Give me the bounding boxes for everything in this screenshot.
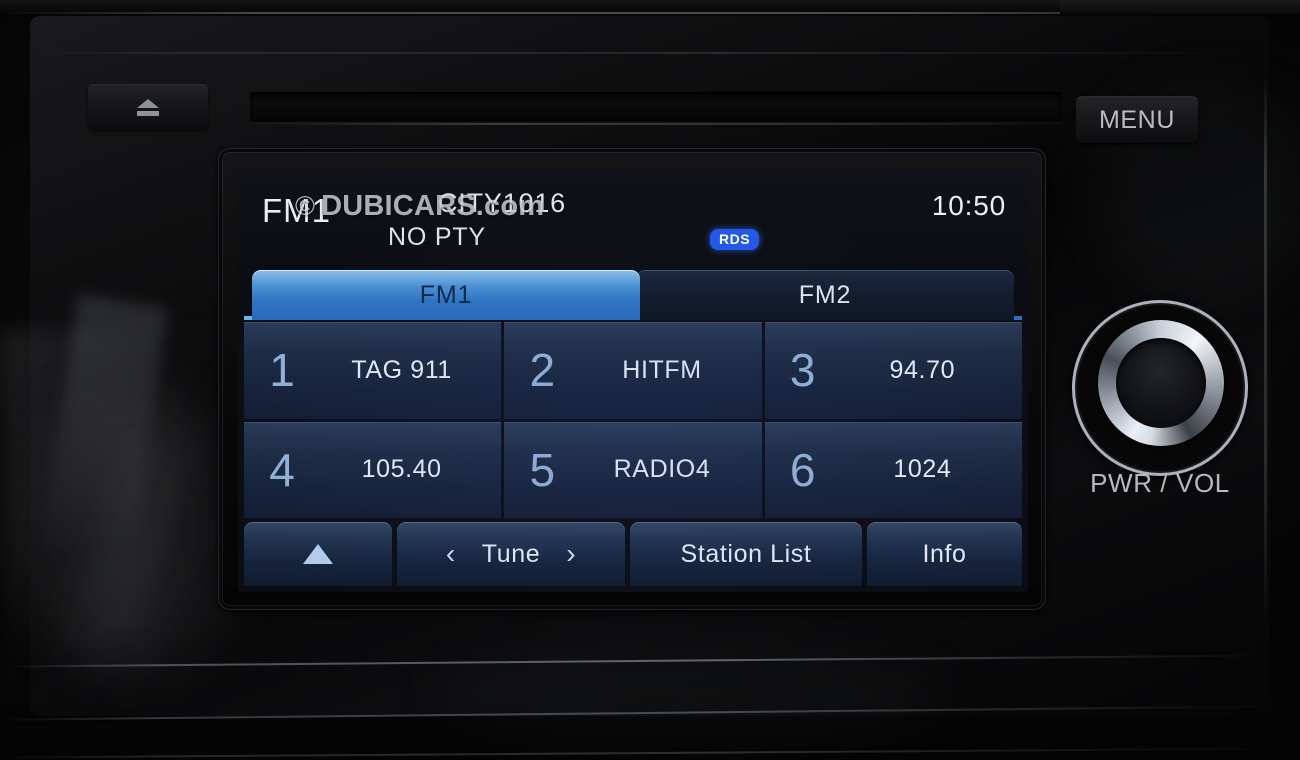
clock: 10:50 [931, 190, 1006, 221]
eject-button[interactable] [88, 84, 208, 130]
info-button[interactable]: Info [867, 522, 1022, 586]
scroll-up-button[interactable] [244, 522, 392, 586]
preset-button-4[interactable]: 4 105.40 [244, 421, 502, 518]
preset-name: HITFM [622, 355, 702, 384]
up-arrow-icon [303, 544, 333, 564]
preset-number: 3 [789, 344, 816, 397]
knob-face [1116, 338, 1206, 428]
preset-name: RADIO4 [613, 455, 711, 484]
preset-button-2[interactable]: 2 HITFM [504, 322, 762, 419]
preset-number: 4 [269, 443, 295, 496]
dashboard-background: MENU FM1 CITY1016 NO PTY RDS 10:50 FM1 F… [0, 0, 1300, 760]
preset-button-5[interactable]: 5 RADIO4 [504, 421, 762, 518]
preset-number: 6 [789, 443, 816, 496]
preset-number: 2 [529, 344, 556, 397]
chevron-right-icon[interactable]: › [566, 540, 576, 568]
rds-badge: RDS [710, 229, 760, 250]
station-list-label: Station List [680, 539, 812, 568]
lcd-screen[interactable]: FM1 CITY1016 NO PTY RDS 10:50 FM1 FM2 1 … [238, 166, 1028, 592]
station-name: CITY1016 [438, 188, 566, 218]
band-indicator: FM1 [262, 192, 331, 229]
station-list-button[interactable]: Station List [630, 522, 862, 586]
menu-button-label: MENU [1098, 105, 1175, 134]
preset-button-3[interactable]: 3 94.70 [764, 322, 1022, 419]
chevron-left-icon[interactable]: ‹ [446, 540, 456, 568]
info-label: Info [922, 539, 967, 568]
radio-header: FM1 CITY1016 NO PTY RDS 10:50 [238, 166, 1028, 264]
preset-button-1[interactable]: 1 TAG 911 [244, 322, 502, 419]
eject-icon-bar [137, 110, 159, 116]
tune-control[interactable]: ‹ Tune › [397, 522, 625, 586]
program-type-label: NO PTY [388, 223, 486, 251]
preset-number: 1 [269, 344, 295, 397]
preset-name: 94.70 [889, 355, 956, 384]
right-trim-line [1264, 70, 1267, 630]
preset-name: TAG 911 [351, 355, 452, 384]
cd-slot[interactable] [250, 92, 1062, 125]
preset-name: 105.40 [361, 455, 442, 484]
menu-button[interactable]: MENU [1076, 96, 1198, 143]
bezel-seam [0, 747, 1300, 759]
soft-key-bar: ‹ Tune › Station List Info [244, 522, 1022, 586]
upper-trim-strip-right [1060, 0, 1300, 14]
preset-button-6[interactable]: 6 1024 [764, 421, 1022, 518]
tab-fm2-label: FM2 [798, 280, 852, 309]
tab-fm2[interactable]: FM2 [636, 270, 1014, 320]
knob-label: PWR / VOL [1090, 468, 1230, 498]
tab-fm1-label: FM1 [419, 280, 473, 309]
power-volume-knob[interactable] [1072, 300, 1248, 476]
eject-icon-triangle [137, 98, 159, 108]
eject-icon [134, 98, 162, 116]
band-tabs: FM1 FM2 [238, 266, 1028, 320]
preset-grid: 1 TAG 911 2 HITFM 3 94.70 4 105.40 5 RAD… [244, 322, 1022, 518]
preset-name: 1024 [893, 455, 952, 484]
preset-number: 5 [529, 443, 556, 496]
tab-fm1[interactable]: FM1 [252, 270, 640, 320]
tune-label: Tune [481, 539, 541, 568]
